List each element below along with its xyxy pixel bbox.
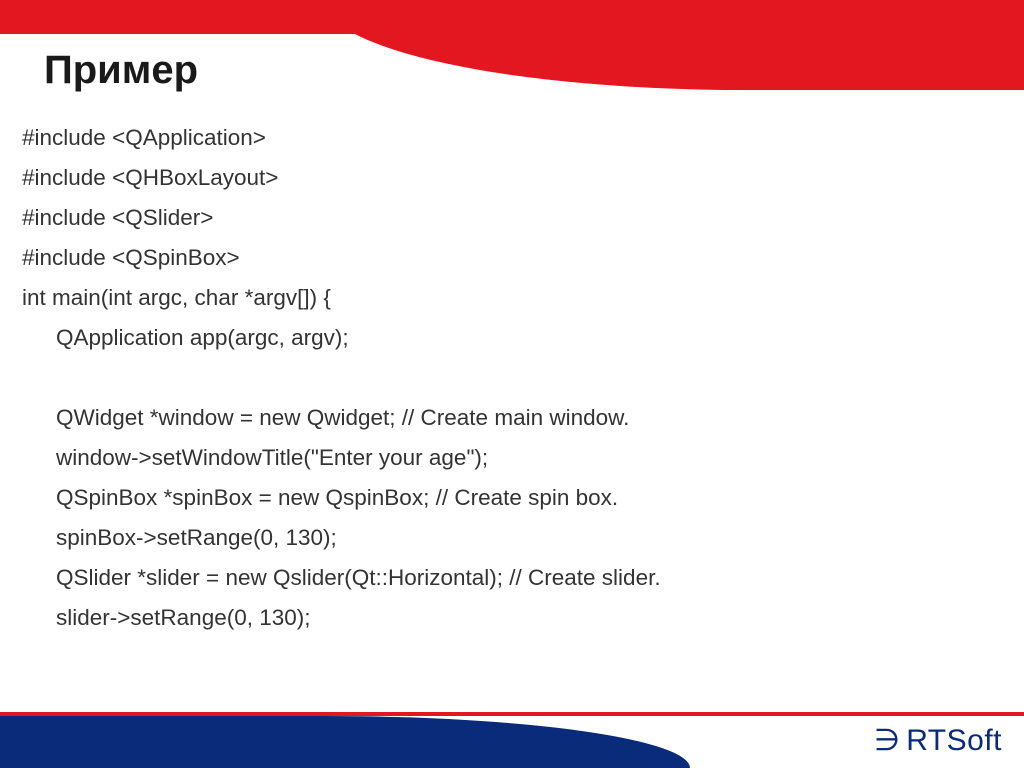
code-line: #include <QHBoxLayout> [22, 158, 984, 198]
code-line: spinBox->setRange(0, 130); [22, 518, 984, 558]
code-block: #include <QApplication> #include <QHBoxL… [22, 118, 984, 638]
footer-blue-curve [0, 716, 690, 768]
slide-title: Пример [44, 48, 198, 93]
code-line: int main(int argc, char *argv[]) { [22, 278, 984, 318]
code-line: QWidget *window = new Qwidget; // Create… [22, 398, 984, 438]
code-line: QSlider *slider = new Qslider(Qt::Horizo… [22, 558, 984, 598]
code-line: QSpinBox *spinBox = new QspinBox; // Cre… [22, 478, 984, 518]
logo-text: RTSoft [906, 724, 1002, 758]
code-line [22, 358, 984, 398]
footer: ∋ RTSoft [0, 708, 1024, 768]
header-red-bar [0, 0, 1024, 34]
slide: Пример #include <QApplication> #include … [0, 0, 1024, 768]
code-line: #include <QSlider> [22, 198, 984, 238]
brand-logo: ∋ RTSoft [874, 724, 1002, 758]
code-line: window->setWindowTitle("Enter your age")… [22, 438, 984, 478]
logo-mark-icon: ∋ [874, 726, 900, 756]
code-line: #include <QApplication> [22, 118, 984, 158]
code-line: #include <QSpinBox> [22, 238, 984, 278]
code-line: QApplication app(argc, argv); [22, 318, 984, 358]
code-line: slider->setRange(0, 130); [22, 598, 984, 638]
